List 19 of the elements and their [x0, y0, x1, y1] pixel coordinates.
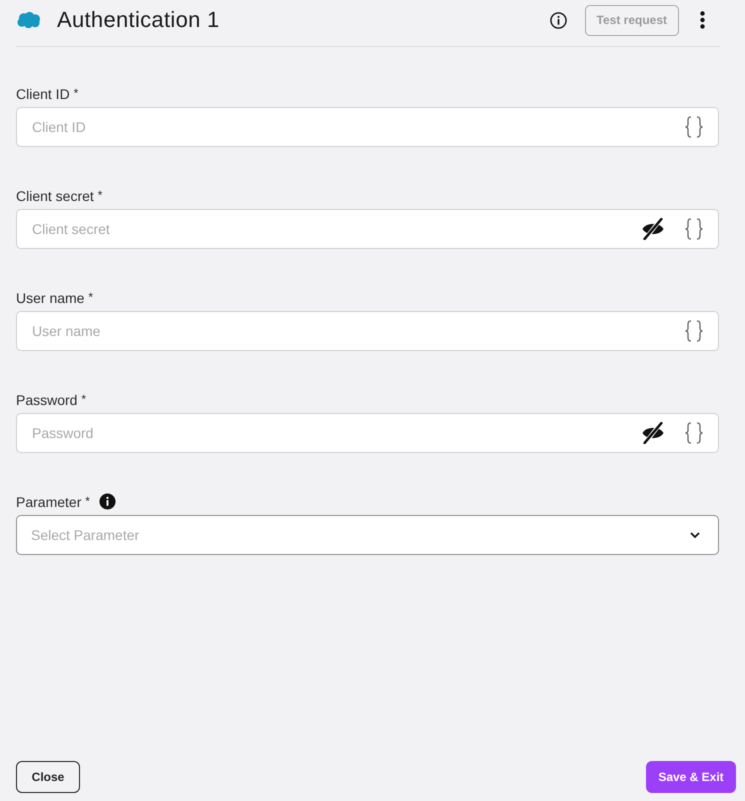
braces-icon[interactable] [684, 422, 704, 444]
input-field[interactable]: Password [16, 413, 719, 453]
input-field[interactable]: User name [16, 311, 719, 351]
braces-icon[interactable] [684, 116, 704, 138]
eye-slash-icon[interactable] [641, 422, 665, 444]
close-button[interactable]: Close [16, 761, 80, 793]
input-field[interactable]: Client secret [16, 209, 719, 249]
input-field[interactable]: Client ID [16, 107, 719, 147]
window-title: Authentication 1 [57, 7, 220, 33]
save-button[interactable]: Save & Exit [646, 761, 736, 793]
braces-icon[interactable] [684, 320, 704, 342]
more-options-icon[interactable] [700, 11, 705, 29]
info-icon[interactable] [550, 12, 567, 28]
select-field[interactable]: Select Parameter [16, 515, 719, 555]
cloud-logo [16, 11, 41, 29]
chevron-down-icon [690, 532, 700, 538]
braces-icon[interactable] [684, 218, 704, 240]
info-icon[interactable] [98, 493, 116, 510]
eye-slash-icon[interactable] [641, 218, 665, 240]
